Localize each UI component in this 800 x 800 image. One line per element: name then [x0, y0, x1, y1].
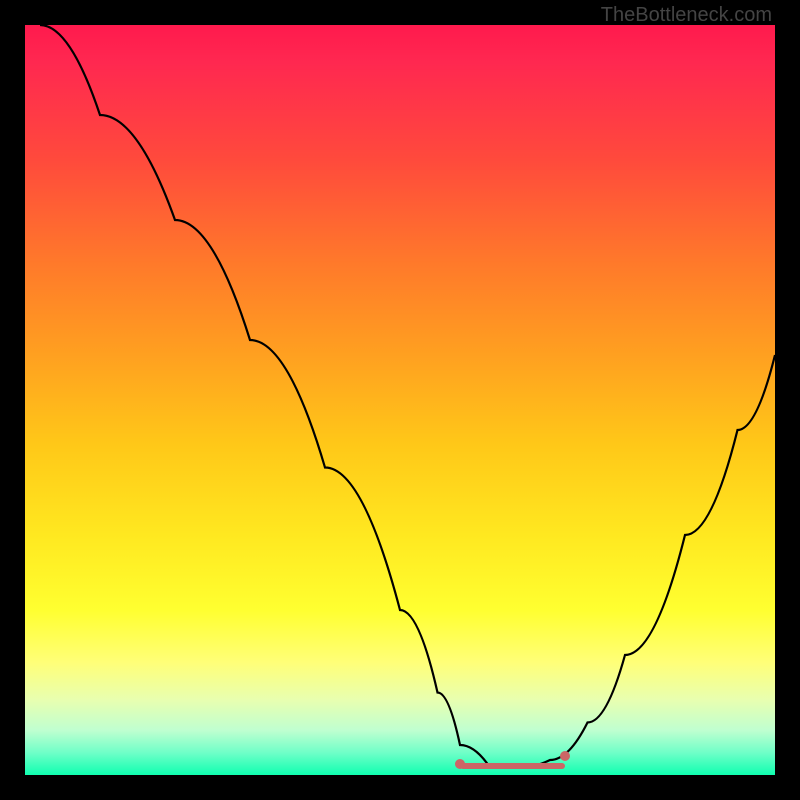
bottleneck-curve — [25, 25, 775, 775]
optimal-endpoint-dot — [455, 759, 465, 769]
chart-plot-area — [25, 25, 775, 775]
optimal-range-band — [460, 763, 565, 769]
watermark-text: TheBottleneck.com — [601, 4, 772, 27]
